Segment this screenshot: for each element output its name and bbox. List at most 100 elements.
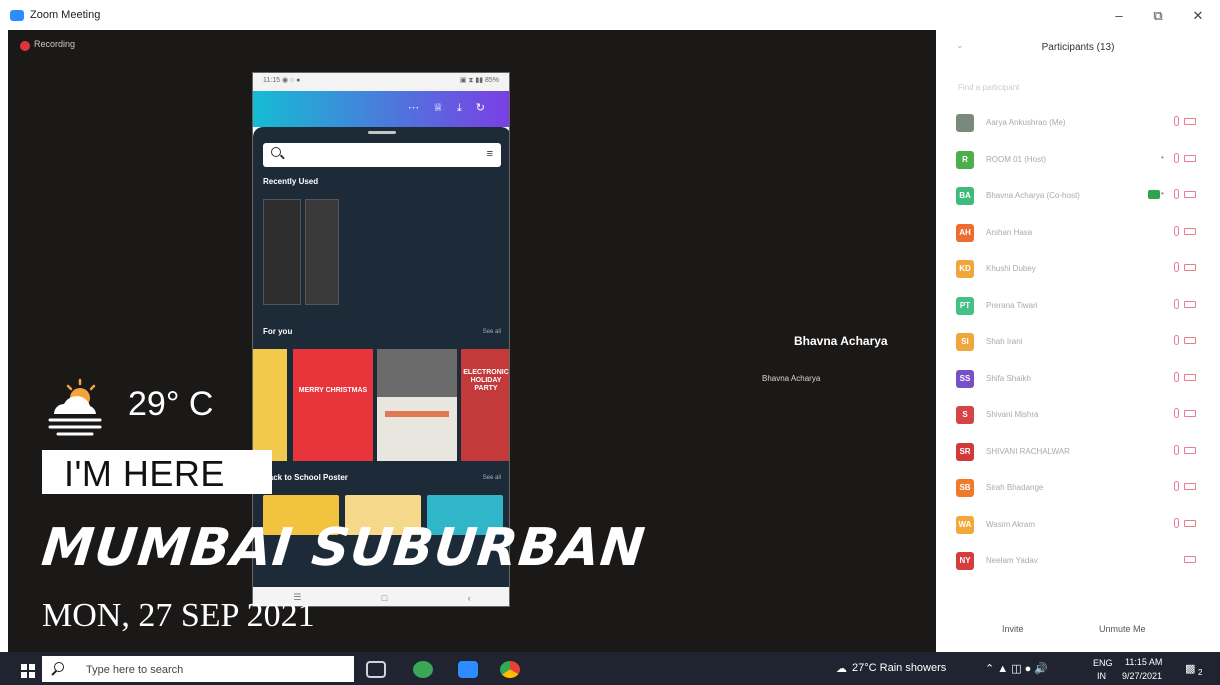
weather-cloud-icon[interactable]: ☁: [836, 662, 847, 675]
recent-design-2[interactable]: [305, 199, 339, 305]
muted-mic-icon[interactable]: [1174, 517, 1179, 528]
minimize-button[interactable]: –: [1104, 6, 1134, 26]
participant-name: SHIVANI RACHALWAR: [986, 446, 1070, 456]
video-off-icon[interactable]: [1184, 154, 1196, 162]
back-nav-icon[interactable]: ‹: [468, 593, 471, 603]
zoom-taskbar-icon[interactable]: [458, 661, 478, 678]
avatar: SI: [956, 333, 974, 351]
muted-mic-icon[interactable]: [1174, 152, 1179, 163]
template-card-party[interactable]: ELECTRONIC HOLIDAY PARTY: [461, 349, 509, 461]
filter-icon[interactable]: ≡: [487, 148, 493, 160]
video-off-icon[interactable]: [1184, 446, 1196, 454]
language-top[interactable]: ENG: [1093, 658, 1113, 668]
template-card-laptop[interactable]: [377, 349, 457, 461]
tray-icons[interactable]: ⌃ ▲ ◫ ● 🔊: [985, 662, 1048, 675]
recent-design-1[interactable]: [263, 199, 301, 305]
participant-name: Wasim Akram: [986, 519, 1036, 529]
muted-mic-icon[interactable]: [1174, 116, 1179, 126]
video-off-icon[interactable]: [1184, 264, 1196, 271]
participant-row[interactable]: SS Shifa Shaikh: [936, 362, 1220, 398]
unmute-me-button[interactable]: Unmute Me: [1099, 624, 1146, 634]
taskbar-search-box[interactable]: Type here to search: [42, 656, 354, 682]
invite-button[interactable]: Invite: [1002, 624, 1024, 634]
muted-mic-icon[interactable]: [1174, 408, 1179, 418]
back-to-school-heading: Back to School Poster: [263, 473, 348, 482]
for-you-heading: For you: [263, 327, 293, 336]
recently-used-heading: Recently Used: [263, 177, 319, 186]
participant-name: Shifa Shaikh: [986, 373, 1031, 383]
avatar: S: [956, 406, 974, 424]
template-card-christmas[interactable]: MERRY CHRISTMAS: [293, 349, 373, 461]
see-all-link[interactable]: See all: [483, 475, 501, 481]
participant-row[interactable]: WA Wasim Akram: [936, 508, 1220, 544]
muted-mic-icon[interactable]: [1174, 225, 1179, 236]
weather-widget[interactable]: 27°C Rain showers: [852, 662, 946, 674]
clock-time[interactable]: 11:15 AM: [1125, 657, 1162, 667]
video-off-icon[interactable]: [1184, 556, 1196, 563]
video-off-icon[interactable]: [1184, 519, 1196, 527]
participant-row[interactable]: SR SHIVANI RACHALWAR: [936, 435, 1220, 471]
video-off-icon[interactable]: [1184, 118, 1196, 125]
participant-row[interactable]: SI Shah Irani: [936, 325, 1220, 361]
participant-row[interactable]: Aarya Ankushrao (Me): [936, 106, 1220, 142]
app-icon-green[interactable]: [413, 661, 433, 678]
windows-start-icon[interactable]: [21, 664, 35, 678]
phone-status-right: ▣ ⧗ ▮▮ 85%: [459, 77, 499, 84]
phone-search-bar[interactable]: ≡: [263, 143, 501, 167]
participant-row[interactable]: NY Neelam Yadav: [936, 544, 1220, 580]
active-speaker-name: Bhavna Acharya: [794, 334, 888, 348]
muted-mic-icon[interactable]: [1174, 371, 1179, 382]
header-icons: ⋯♕⤓↻: [408, 102, 499, 114]
avatar: [956, 114, 974, 132]
participant-name: Shivani Mishra: [986, 410, 1039, 419]
participant-row[interactable]: SB Sirah Bhadange: [936, 471, 1220, 507]
clock-date[interactable]: 9/27/2021: [1122, 671, 1162, 681]
video-badge-icon: [1148, 190, 1160, 199]
participant-name: Shah Irani: [986, 337, 1023, 346]
video-off-icon[interactable]: [1184, 373, 1196, 381]
muted-mic-icon[interactable]: [1174, 262, 1179, 272]
participant-row[interactable]: R ROOM 01 (Host) •: [936, 143, 1220, 179]
template-card-1[interactable]: [253, 349, 287, 461]
video-off-icon[interactable]: [1184, 300, 1196, 308]
zoom-app-icon: [10, 10, 24, 21]
find-participant-input[interactable]: Find a participant: [958, 83, 1019, 92]
muted-mic-icon[interactable]: [1174, 298, 1179, 309]
video-off-icon[interactable]: [1184, 483, 1196, 490]
muted-mic-icon[interactable]: [1174, 444, 1179, 455]
muted-mic-icon[interactable]: [1174, 481, 1179, 491]
language-bottom[interactable]: IN: [1097, 671, 1106, 681]
participant-name: Khushi Dubey: [986, 264, 1036, 273]
participant-row[interactable]: PT Prerana Tiwari: [936, 289, 1220, 325]
participant-name: Prerana Tiwari: [986, 300, 1038, 310]
avatar: WA: [956, 515, 974, 534]
participant-name: Aarya Ankushrao (Me): [986, 118, 1066, 127]
video-off-icon[interactable]: [1184, 227, 1196, 235]
participant-row[interactable]: BA Bhavna Acharya (Co-host) •: [936, 179, 1220, 215]
task-view-icon[interactable]: [366, 661, 386, 678]
windows-taskbar: Type here to search ☁ 27°C Rain showers …: [0, 652, 1220, 685]
date-text: MON, 27 SEP 2021: [42, 597, 315, 634]
notification-icon[interactable]: ▩: [1185, 662, 1195, 675]
video-stage: Recording 11:15 ◉ ○ ● ▣ ⧗ ▮▮ 85% ⋯♕⤓↻ ≡ …: [8, 30, 936, 652]
chrome-taskbar-icon[interactable]: [500, 661, 520, 678]
restore-button[interactable]: ⧉: [1143, 6, 1173, 26]
weather-cloud-icon: [48, 378, 102, 436]
muted-mic-icon[interactable]: [1174, 189, 1179, 199]
video-off-icon[interactable]: [1184, 337, 1196, 344]
avatar: SB: [956, 479, 974, 497]
muted-mic-icon[interactable]: [1174, 335, 1179, 345]
participant-row[interactable]: S Shivani Mishra: [936, 398, 1220, 434]
participant-name: Sirah Bhadange: [986, 483, 1044, 492]
see-all-link[interactable]: See all: [483, 329, 501, 335]
sheet-handle[interactable]: [368, 131, 396, 134]
video-off-icon[interactable]: [1184, 410, 1196, 417]
video-off-icon[interactable]: [1184, 191, 1196, 198]
home-nav-icon[interactable]: □: [382, 593, 387, 603]
participant-row[interactable]: AH Arshan Hasa: [936, 216, 1220, 252]
notification-count: 2: [1198, 668, 1203, 677]
recording-icon: [20, 41, 30, 51]
participant-row[interactable]: KD Khushi Dubey: [936, 252, 1220, 288]
close-button[interactable]: ✕: [1183, 6, 1213, 26]
participant-name: Arshan Hasa: [986, 227, 1033, 237]
